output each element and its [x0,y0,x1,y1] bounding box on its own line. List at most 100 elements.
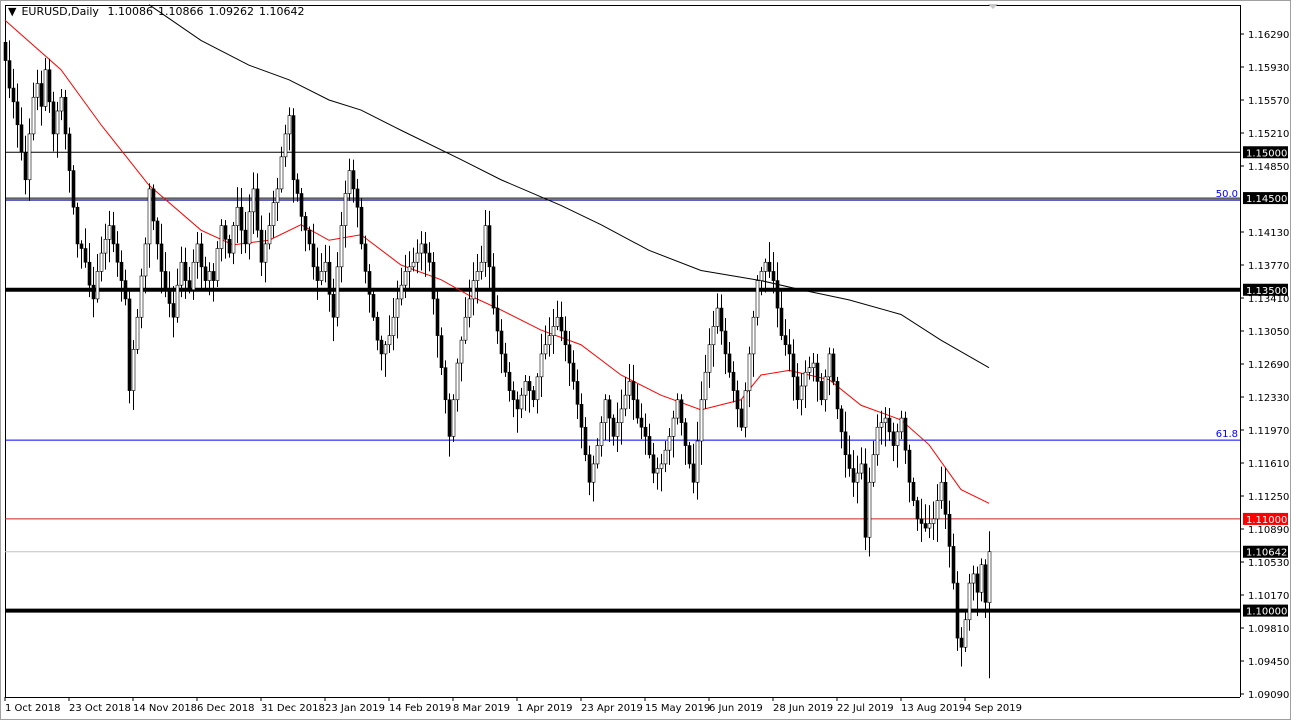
bearish-candle [740,409,743,427]
y-tick-label: 1.12690 [1248,360,1289,371]
bullish-candle [32,97,35,134]
bearish-candle [316,267,319,281]
bullish-candle [968,583,971,620]
bullish-candle [800,386,803,400]
bearish-candle [240,207,243,230]
bullish-candle [232,226,235,254]
bullish-candle [276,189,279,203]
price-chart[interactable]: 50.061.81.162901.159301.155701.152101.14… [0,0,1291,720]
bearish-candle [20,125,23,153]
bullish-candle [556,317,559,326]
bullish-candle [540,354,543,377]
bearish-candle [432,262,435,299]
bullish-candle [136,317,139,349]
bearish-candle [228,239,231,253]
bearish-candle [580,404,583,427]
bullish-candle [400,285,403,299]
x-tick-label: 6 Jun 2019 [709,703,763,714]
y-tick-label: 1.15930 [1248,63,1289,74]
y-tick-label: 1.13050 [1248,327,1289,338]
bullish-candle [336,267,339,317]
x-tick-label: 1 Oct 2018 [5,703,60,714]
bullish-candle [252,189,255,212]
bearish-candle [72,171,75,208]
x-tick-label: 6 Dec 2018 [197,703,255,714]
bullish-candle [628,381,631,395]
bullish-candle [708,345,711,373]
bullish-candle [456,363,459,400]
bearish-candle [296,180,299,194]
bullish-candle [472,281,475,299]
bearish-candle [292,116,295,180]
bullish-candle [696,441,699,482]
bullish-candle [236,207,239,225]
bearish-candle [212,271,215,280]
bearish-candle [984,565,987,603]
bullish-candle [452,400,455,437]
bearish-candle [300,194,303,217]
bearish-candle [960,638,963,647]
bullish-candle [600,423,603,446]
dropdown-triangle-icon[interactable]: ▼ [8,5,16,18]
bearish-candle [652,455,655,473]
bearish-candle [424,244,427,253]
bullish-candle [320,271,323,280]
bearish-candle [560,317,563,331]
price-label: 1.15000 [1246,148,1287,159]
bearish-candle [848,455,851,469]
bearish-candle [864,464,867,537]
bullish-candle [324,262,327,271]
bullish-candle [616,423,619,437]
bearish-candle [788,345,791,354]
bearish-candle [40,84,43,107]
bearish-candle [428,253,431,262]
bearish-candle [820,381,823,399]
chart-window[interactable]: 50.061.81.162901.159301.155701.152101.14… [0,0,1291,720]
bearish-candle [436,299,439,336]
x-tick-label: 13 Aug 2019 [901,703,965,714]
bullish-candle [700,400,703,441]
bullish-candle [980,565,983,593]
y-tick-label: 1.11970 [1248,426,1289,437]
bearish-candle [256,189,259,230]
bullish-candle [760,271,763,280]
x-tick-label: 31 Dec 2018 [261,703,325,714]
y-tick-label: 1.15210 [1248,129,1289,140]
bearish-candle [496,308,499,331]
bearish-candle [532,391,535,400]
bearish-candle [576,381,579,404]
bullish-candle [716,308,719,326]
bullish-candle [676,400,679,418]
bearish-candle [780,308,783,336]
bearish-candle [444,368,447,400]
bullish-candle [660,464,663,469]
bearish-candle [52,102,55,134]
y-tick-label: 1.10890 [1248,525,1289,536]
bearish-candle [332,294,335,317]
bullish-candle [972,574,975,583]
bullish-candle [268,226,271,244]
bullish-candle [672,418,675,436]
bullish-candle [416,253,419,262]
y-tick-label: 1.09090 [1248,690,1289,701]
bearish-candle [516,400,519,409]
bullish-candle [884,418,887,423]
ohlc-high: 1.10866 [158,5,204,18]
bearish-candle [492,267,495,308]
bearish-candle [260,230,263,262]
bearish-candle [840,409,843,432]
bearish-candle [904,418,907,450]
bullish-candle [404,271,407,285]
bearish-candle [244,230,247,244]
bullish-candle [880,423,883,428]
bearish-candle [584,427,587,455]
bullish-candle [196,244,199,262]
y-tick-label: 1.16290 [1248,30,1289,41]
bullish-candle [176,285,179,317]
bearish-candle [736,391,739,409]
bearish-candle [200,244,203,267]
bullish-candle [460,340,463,363]
bullish-candle [348,171,351,194]
bearish-candle [648,436,651,454]
bullish-candle [856,473,859,482]
